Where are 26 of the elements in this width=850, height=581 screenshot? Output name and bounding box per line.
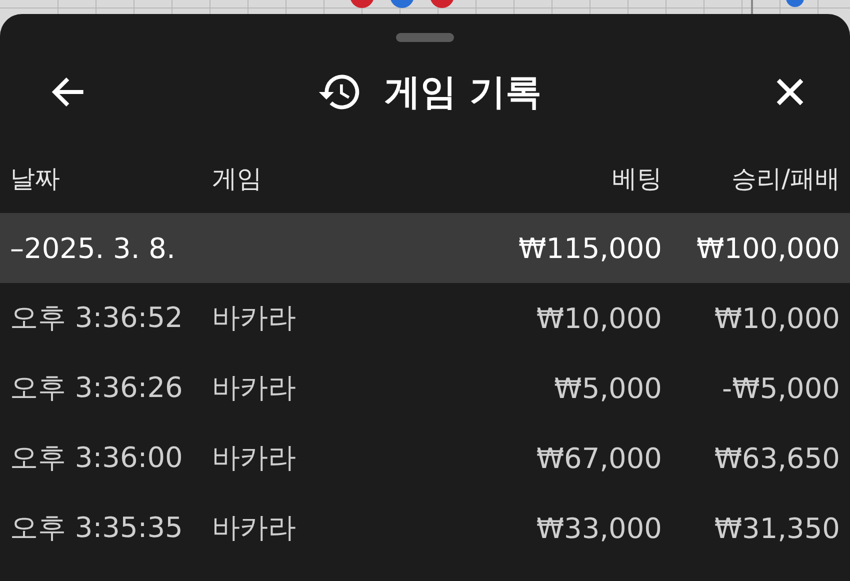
- table-cell-text: 바카라: [212, 510, 297, 546]
- sheet-title: 게임 기록: [384, 70, 542, 114]
- drag-handle[interactable]: [396, 33, 454, 42]
- column-header: 게임: [212, 162, 263, 194]
- table-cell-text: ₩63,650: [713, 442, 840, 474]
- table-cell-text: 오후 3:36:26: [10, 370, 184, 406]
- table-cell-text: ₩5,000: [553, 372, 662, 404]
- table-cell-text: 바카라: [212, 300, 297, 336]
- table-cell-text: ₩67,000: [535, 442, 662, 474]
- table-cell-text: ₩33,000: [535, 512, 662, 544]
- table-cell-text: -₩5,000: [721, 372, 840, 404]
- table-cell-text: 오후 3:36:00: [10, 440, 184, 476]
- table-cell-text: ₩115,000: [518, 232, 662, 264]
- table-cell-text: ₩100,000: [696, 232, 840, 264]
- table-cell-text: 오후 3:36:52: [10, 300, 184, 336]
- column-header: 승리/패배: [730, 162, 840, 194]
- table-cell-text: ₩31,350: [713, 512, 840, 544]
- table-cell-text: 바카라: [212, 440, 297, 476]
- table-cell-text: ₩10,000: [535, 302, 662, 334]
- table-cell-text: 오후 3:35:35: [10, 510, 184, 546]
- table-cell-text: 바카라: [212, 370, 297, 406]
- date-group-row[interactable]: –2025. 3. 8. ₩115,000 ₩100,000: [0, 213, 850, 283]
- column-header: 날짜: [10, 162, 61, 194]
- table-cell-text: ₩10,000: [713, 302, 840, 334]
- column-header: 베팅: [611, 162, 662, 194]
- group-date: –2025. 3. 8.: [10, 232, 176, 264]
